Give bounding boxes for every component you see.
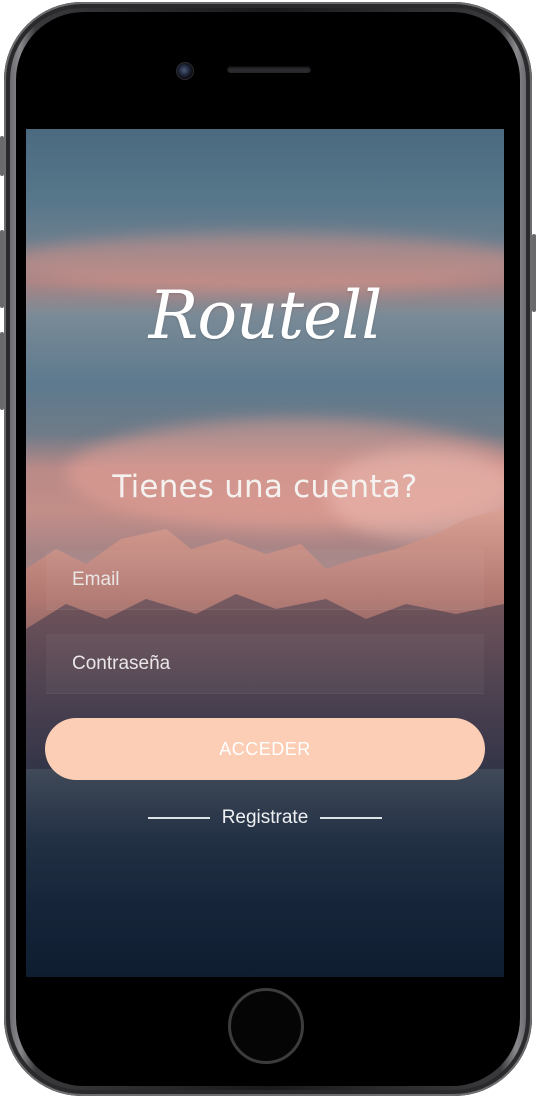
divider-line-left: [147, 817, 210, 819]
app-screen: Routell Tienes una cuenta? ACCEDER Regis…: [26, 129, 504, 977]
volume-up-button: [0, 230, 4, 308]
register-link[interactable]: Registrate: [222, 807, 309, 829]
password-field: [46, 634, 484, 694]
silent-switch: [0, 136, 4, 176]
earpiece-speaker-icon: [227, 66, 311, 73]
login-button[interactable]: ACCEDER: [45, 718, 485, 780]
email-field: [46, 550, 484, 610]
register-row: Registrate: [26, 806, 504, 830]
password-input[interactable]: [46, 634, 484, 693]
login-headline: Tienes una cuenta?: [112, 469, 418, 505]
power-button: [532, 234, 536, 312]
volume-down-button: [0, 332, 4, 410]
email-input[interactable]: [46, 550, 484, 609]
divider-line-right: [320, 817, 383, 819]
home-button-icon[interactable]: [228, 988, 304, 1064]
front-camera-icon: [176, 62, 194, 80]
app-logo: Routell: [148, 277, 383, 354]
